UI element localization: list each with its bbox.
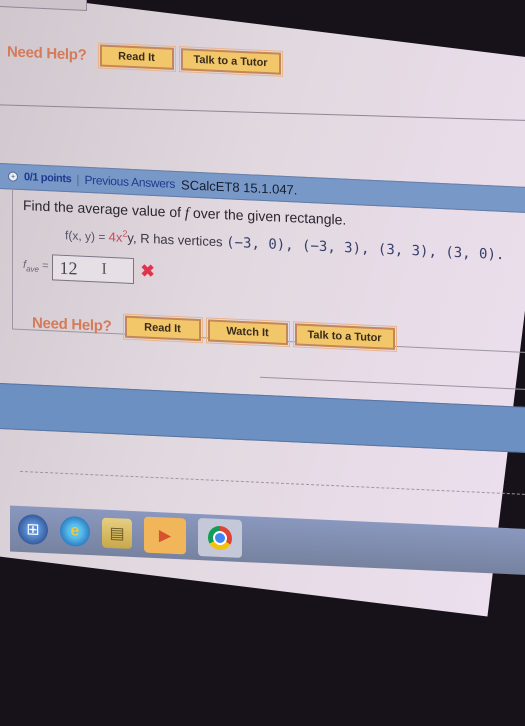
answer-label: fave = xyxy=(23,258,49,274)
need-help-row-top: Need Help? Read It Talk to a Tutor xyxy=(7,40,283,78)
talk-to-tutor-button[interactable]: Talk to a Tutor xyxy=(292,320,397,353)
internet-explorer-icon[interactable]: e xyxy=(60,515,90,548)
previous-question-box xyxy=(0,0,87,11)
question-prompt: Find the average value of f over the giv… xyxy=(23,197,347,228)
points-link[interactable]: 0/1 points xyxy=(24,171,71,185)
section-divider xyxy=(260,376,525,392)
answer-row: fave = 12 I ✖ xyxy=(23,253,155,285)
function-coefficient: 4x xyxy=(108,229,123,245)
previous-answers-link[interactable]: Previous Answers xyxy=(84,173,175,191)
read-it-button[interactable]: Read It xyxy=(97,42,176,73)
section-divider xyxy=(0,104,525,122)
region-text: , R has vertices xyxy=(132,230,227,250)
header-separator: | xyxy=(76,172,80,187)
webassign-page: Need Help? Read It Talk to a Tutor + 0/1… xyxy=(0,0,525,724)
expand-icon[interactable]: + xyxy=(8,171,18,182)
need-help-label: Need Help? xyxy=(32,313,112,335)
file-explorer-icon[interactable]: ▤ xyxy=(102,517,132,549)
function-lhs: f(x, y) = xyxy=(65,228,109,245)
read-it-button[interactable]: Read It xyxy=(122,313,203,344)
dashed-divider xyxy=(20,470,525,497)
windows-start-icon[interactable]: ⊞ xyxy=(18,513,48,546)
rectangle-vertices: (−3, 0), (−3, 3), (3, 3), (3, 0). xyxy=(226,234,505,264)
incorrect-x-icon: ✖ xyxy=(140,261,155,282)
talk-to-tutor-button[interactable]: Talk to a Tutor xyxy=(178,45,283,78)
answer-input[interactable]: 12 I xyxy=(52,254,135,285)
media-player-icon[interactable]: ▶ xyxy=(144,516,186,555)
next-question-header xyxy=(0,383,525,455)
watch-it-button[interactable]: Watch It xyxy=(205,317,290,348)
text-cursor-icon: I xyxy=(101,260,107,278)
need-help-label: Need Help? xyxy=(7,42,87,64)
windows-taskbar: ⊞ e ▤ ▶ xyxy=(10,505,525,578)
question-code: SCalcET8 15.1.047. xyxy=(181,176,298,198)
google-chrome-icon[interactable] xyxy=(198,517,242,558)
